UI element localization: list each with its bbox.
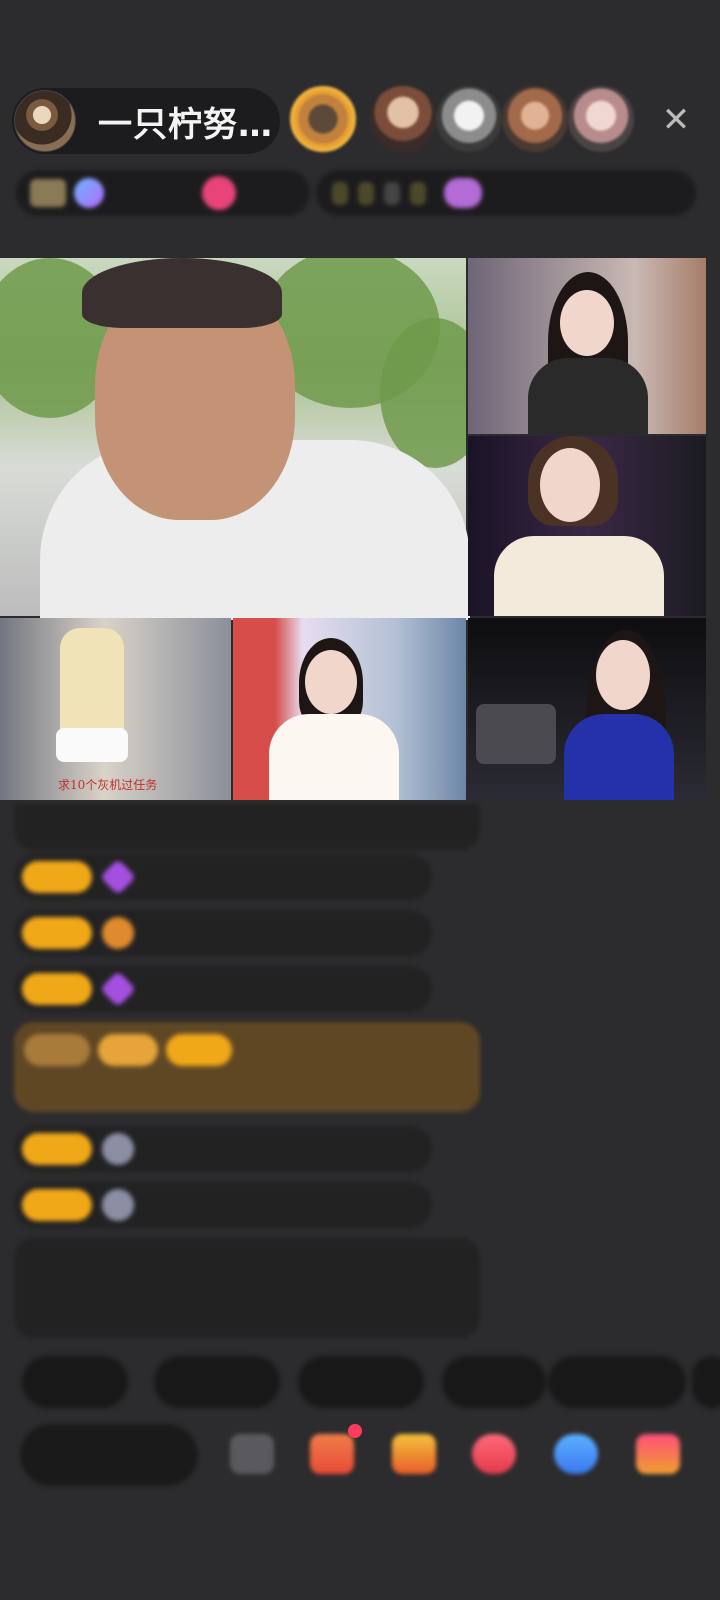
gem-icon xyxy=(102,1133,134,1165)
host-avatar[interactable] xyxy=(14,90,76,152)
gift-message-row xyxy=(24,1034,470,1066)
chat-message[interactable]: ​ xyxy=(14,910,432,956)
gem-icon xyxy=(99,970,137,1008)
host-hair xyxy=(82,258,282,328)
guest-face xyxy=(560,290,614,356)
viewer-avatar[interactable] xyxy=(568,86,634,152)
system-notice xyxy=(14,1238,480,1338)
viewer-avatar[interactable] xyxy=(436,86,502,152)
fan-badge-icon xyxy=(102,917,134,949)
rank-tag: ​ xyxy=(410,181,426,205)
guest-face xyxy=(305,650,357,714)
guest-body xyxy=(494,536,664,616)
quick-reply-chip[interactable] xyxy=(548,1356,686,1408)
chat-message[interactable]: ​ xyxy=(14,966,432,1012)
notification-dot xyxy=(348,1424,362,1438)
rank-icon xyxy=(444,178,482,208)
guest-body xyxy=(564,714,674,800)
level-badge-icon xyxy=(30,179,66,207)
top-viewers-list xyxy=(290,86,650,156)
viewer-avatar[interactable] xyxy=(370,86,436,152)
host-stats-chip[interactable] xyxy=(16,170,310,216)
more-icon[interactable] xyxy=(636,1434,680,1474)
guest-face xyxy=(540,448,600,522)
host-info-pill[interactable]: 一只柠努… xyxy=(12,88,280,154)
level-badge xyxy=(22,861,92,893)
level-badge xyxy=(98,1034,158,1066)
rank-tag: ​ xyxy=(332,181,348,205)
guest-video-tile-2[interactable] xyxy=(468,436,706,616)
level-badge xyxy=(24,1034,90,1066)
guest-video-tile-5[interactable] xyxy=(468,618,706,800)
guest-video-tile-3[interactable] xyxy=(0,618,231,800)
gift-icon[interactable] xyxy=(392,1434,436,1474)
rank-tag: ​ xyxy=(384,181,400,205)
level-badge xyxy=(22,1189,92,1221)
guest-body xyxy=(269,714,399,800)
quick-reply-row xyxy=(22,1356,720,1412)
guest-face xyxy=(596,640,650,710)
gift-message[interactable] xyxy=(14,1022,480,1112)
chat-message[interactable]: ​ xyxy=(14,854,432,900)
bottom-bar xyxy=(20,1420,710,1490)
quick-reply-chip[interactable] xyxy=(154,1356,280,1408)
chat-bubble-icon[interactable] xyxy=(554,1434,598,1474)
chat-message[interactable]: ​ xyxy=(14,1182,432,1228)
level-badge xyxy=(22,973,92,1005)
level-badge xyxy=(22,1133,92,1165)
gem-icon xyxy=(99,858,137,896)
level-badge xyxy=(166,1034,232,1066)
quick-reply-chip[interactable] xyxy=(22,1356,128,1408)
host-name: 一只柠努… xyxy=(98,104,273,145)
rank-tag: ​ xyxy=(358,181,374,205)
gift-box-icon[interactable] xyxy=(310,1434,354,1474)
gem-icon xyxy=(102,1189,134,1221)
guest-video-tile-4[interactable] xyxy=(233,618,466,800)
fan-club-icon xyxy=(74,178,104,208)
comment-input[interactable] xyxy=(20,1424,198,1486)
task-label: 求10个灰机过任务 xyxy=(58,778,158,792)
close-icon[interactable]: ✕ xyxy=(656,100,696,140)
emoji-icon[interactable] xyxy=(230,1434,274,1474)
game-icon[interactable] xyxy=(472,1434,516,1474)
follow-icon[interactable] xyxy=(202,176,236,210)
quick-reply-chip[interactable] xyxy=(442,1356,546,1408)
viewer-avatar[interactable] xyxy=(290,86,356,152)
quick-reply-chip[interactable] xyxy=(692,1356,720,1408)
viewer-avatar[interactable] xyxy=(502,86,568,152)
guest-body xyxy=(528,358,648,434)
rank-chip[interactable]: ​ ​ ​ ​ xyxy=(316,170,696,216)
info-row: ​ ​ ​ ​ xyxy=(16,170,696,216)
guest-video-tile-1[interactable] xyxy=(468,258,706,434)
level-badge xyxy=(22,917,92,949)
chat-message[interactable]: ​ xyxy=(14,1126,432,1172)
microphone xyxy=(476,704,556,764)
chat-message[interactable] xyxy=(14,804,480,850)
quick-reply-chip[interactable] xyxy=(298,1356,424,1408)
